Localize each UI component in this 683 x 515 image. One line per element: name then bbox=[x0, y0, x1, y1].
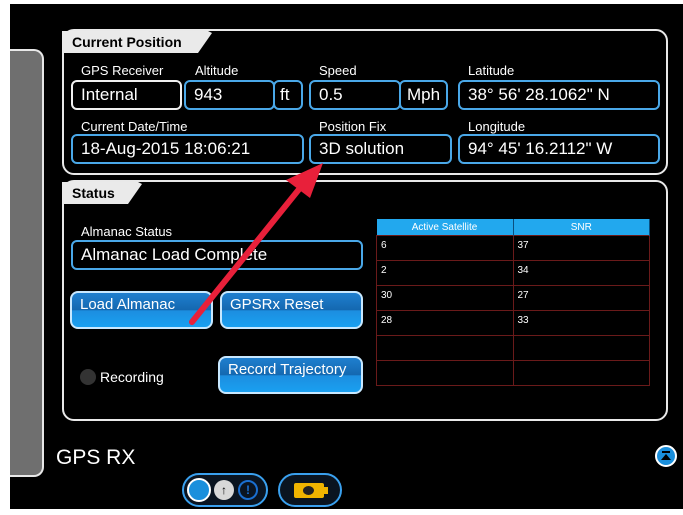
table-row: 2 34 bbox=[376, 260, 650, 286]
mode-toggle[interactable]: ↑ ! bbox=[182, 473, 268, 507]
gps-receiver-field[interactable]: Internal bbox=[71, 80, 182, 110]
side-drawer-handle[interactable] bbox=[10, 49, 44, 477]
latitude-field[interactable]: 38° 56' 28.1062" N bbox=[458, 80, 660, 110]
battery-button[interactable] bbox=[278, 473, 342, 507]
snr-header: SNR bbox=[513, 219, 650, 236]
active-satellite-header: Active Satellite bbox=[376, 219, 514, 236]
speed-unit: Mph bbox=[399, 80, 448, 110]
load-almanac-button[interactable]: Load Almanac bbox=[70, 291, 213, 329]
table-row: 30 27 bbox=[376, 285, 650, 311]
table-row: 28 33 bbox=[376, 310, 650, 336]
altitude-field[interactable]: 943 bbox=[184, 80, 275, 110]
table-row: 6 37 bbox=[376, 235, 650, 261]
position-fix-label: Position Fix bbox=[319, 119, 387, 134]
table-cell bbox=[376, 360, 514, 386]
toggle-icon bbox=[187, 478, 211, 502]
table-cell bbox=[376, 335, 514, 361]
table-row bbox=[376, 335, 650, 361]
table-cell bbox=[512, 335, 650, 361]
recording-label: Recording bbox=[100, 369, 164, 385]
longitude-label: Longitude bbox=[468, 119, 526, 134]
battery-icon bbox=[294, 483, 328, 498]
page-title: GPS RX bbox=[56, 446, 136, 469]
table-row bbox=[376, 360, 650, 386]
device-screen: Current Position GPS Receiver Altitude S… bbox=[10, 4, 683, 509]
table-cell: 27 bbox=[512, 285, 650, 311]
altitude-label: Altitude bbox=[195, 63, 239, 78]
scroll-up-icon[interactable] bbox=[655, 445, 677, 467]
lock-icon: ↑ bbox=[214, 480, 234, 500]
almanac-status-label: Almanac Status bbox=[81, 224, 173, 239]
recording-indicator bbox=[80, 369, 96, 385]
datetime-label: Current Date/Time bbox=[81, 119, 188, 134]
table-cell: 2 bbox=[376, 260, 514, 286]
speed-label: Speed bbox=[319, 63, 357, 78]
gps-receiver-label: GPS Receiver bbox=[81, 63, 164, 78]
table-cell: 34 bbox=[512, 260, 650, 286]
position-fix-field[interactable]: 3D solution bbox=[309, 134, 452, 164]
record-trajectory-button[interactable]: Record Trajectory bbox=[218, 356, 363, 394]
datetime-field[interactable]: 18-Aug-2015 18:06:21 bbox=[71, 134, 304, 164]
altitude-unit: ft bbox=[273, 80, 303, 110]
satellite-table: Active Satellite SNR 6 37 2 34 30 27 28 33 bbox=[376, 219, 650, 386]
status-tab: Status bbox=[62, 182, 142, 204]
table-cell bbox=[512, 360, 650, 386]
table-cell: 28 bbox=[376, 310, 514, 336]
info-icon: ! bbox=[238, 480, 258, 500]
current-position-tab: Current Position bbox=[62, 31, 212, 53]
gpsrx-reset-button[interactable]: GPSRx Reset bbox=[220, 291, 363, 329]
table-cell: 37 bbox=[512, 235, 650, 261]
speed-field[interactable]: 0.5 bbox=[309, 80, 401, 110]
longitude-field[interactable]: 94° 45' 16.2112" W bbox=[458, 134, 660, 164]
table-cell: 30 bbox=[376, 285, 514, 311]
latitude-label: Latitude bbox=[468, 63, 515, 78]
table-cell: 6 bbox=[376, 235, 514, 261]
table-cell: 33 bbox=[512, 310, 650, 336]
almanac-status-field[interactable]: Almanac Load Complete bbox=[71, 240, 363, 270]
